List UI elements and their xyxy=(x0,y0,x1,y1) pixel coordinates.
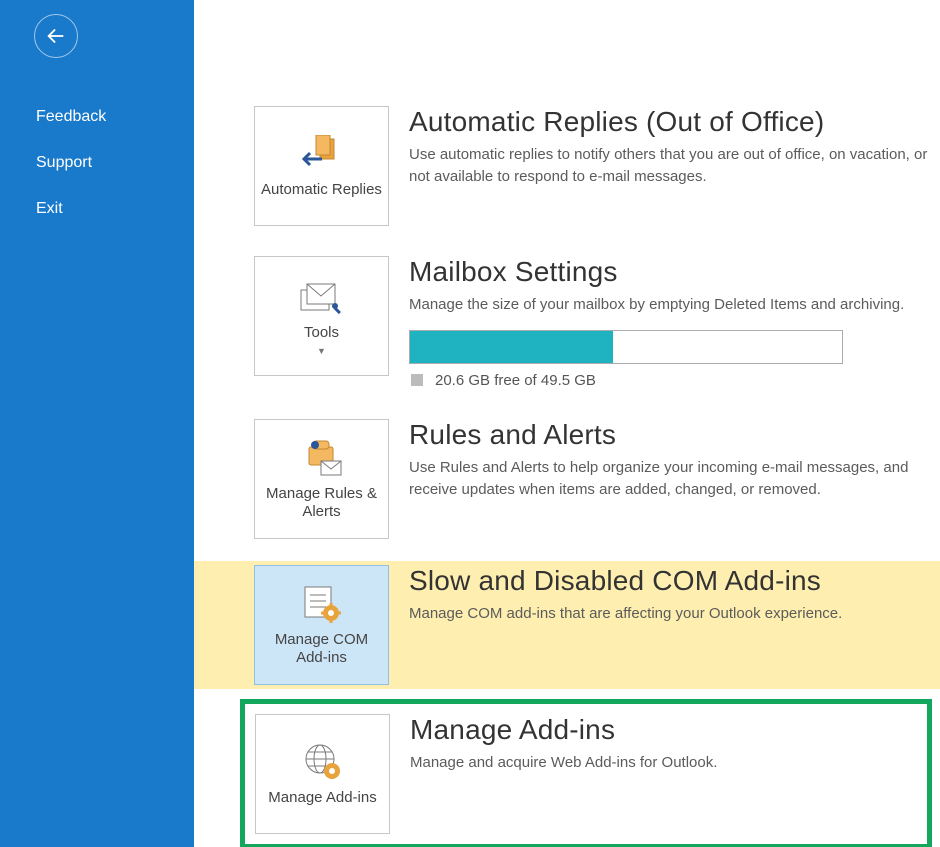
mailbox-usage-caption: 20.6 GB free of 49.5 GB xyxy=(435,372,596,389)
mailbox-settings-desc: Manage the size of your mailbox by empty… xyxy=(409,294,940,316)
manage-addins-desc: Manage and acquire Web Add-ins for Outlo… xyxy=(410,752,917,774)
manage-addins-title: Manage Add-ins xyxy=(410,714,917,746)
tile-label: Automatic Replies xyxy=(261,181,382,199)
automatic-replies-desc: Use automatic replies to notify others t… xyxy=(409,144,940,188)
rules-alerts-tile[interactable]: Manage Rules & Alerts xyxy=(254,419,389,539)
manage-addins-tile[interactable]: Manage Add-ins xyxy=(255,714,390,834)
back-button[interactable] xyxy=(34,14,78,58)
account-settings-panel: Automatic Replies Automatic Replies (Out… xyxy=(194,0,940,847)
mailbox-usage-bar xyxy=(409,330,843,364)
com-addins-title: Slow and Disabled COM Add-ins xyxy=(409,565,940,597)
automatic-replies-icon xyxy=(300,133,344,177)
tile-label: Manage Add-ins xyxy=(268,789,376,807)
com-addins-desc: Manage COM add-ins that are affecting yo… xyxy=(409,603,940,625)
com-addins-highlight: Manage COM Add-ins Slow and Disabled COM… xyxy=(194,561,940,689)
sidebar-item-exit[interactable]: Exit xyxy=(0,186,194,232)
backstage-sidebar: Feedback Support Exit xyxy=(0,0,194,847)
manage-addins-callout: Manage Add-ins Manage Add-ins Manage and… xyxy=(240,699,932,847)
manage-com-addins-tile[interactable]: Manage COM Add-ins xyxy=(254,565,389,685)
rules-alerts-icon xyxy=(299,437,345,481)
rules-alerts-title: Rules and Alerts xyxy=(409,419,940,451)
manage-addins-icon xyxy=(302,741,344,785)
sidebar-item-support[interactable]: Support xyxy=(0,140,194,186)
rules-alerts-desc: Use Rules and Alerts to help organize yo… xyxy=(409,457,940,501)
chevron-down-icon: ▼ xyxy=(317,346,326,357)
mailbox-settings-title: Mailbox Settings xyxy=(409,256,940,288)
tile-label: Manage Rules & Alerts xyxy=(261,485,382,521)
tools-tile[interactable]: Tools ▼ xyxy=(254,256,389,376)
legend-swatch-icon xyxy=(411,374,423,386)
back-arrow-icon xyxy=(45,25,67,47)
tools-icon xyxy=(299,276,345,320)
tile-label: Manage COM Add-ins xyxy=(261,631,382,667)
automatic-replies-title: Automatic Replies (Out of Office) xyxy=(409,106,940,138)
com-addins-icon xyxy=(301,583,343,627)
tile-label: Tools xyxy=(304,324,339,342)
automatic-replies-tile[interactable]: Automatic Replies xyxy=(254,106,389,226)
sidebar-item-feedback[interactable]: Feedback xyxy=(0,94,194,140)
mailbox-usage-fill xyxy=(410,331,613,363)
